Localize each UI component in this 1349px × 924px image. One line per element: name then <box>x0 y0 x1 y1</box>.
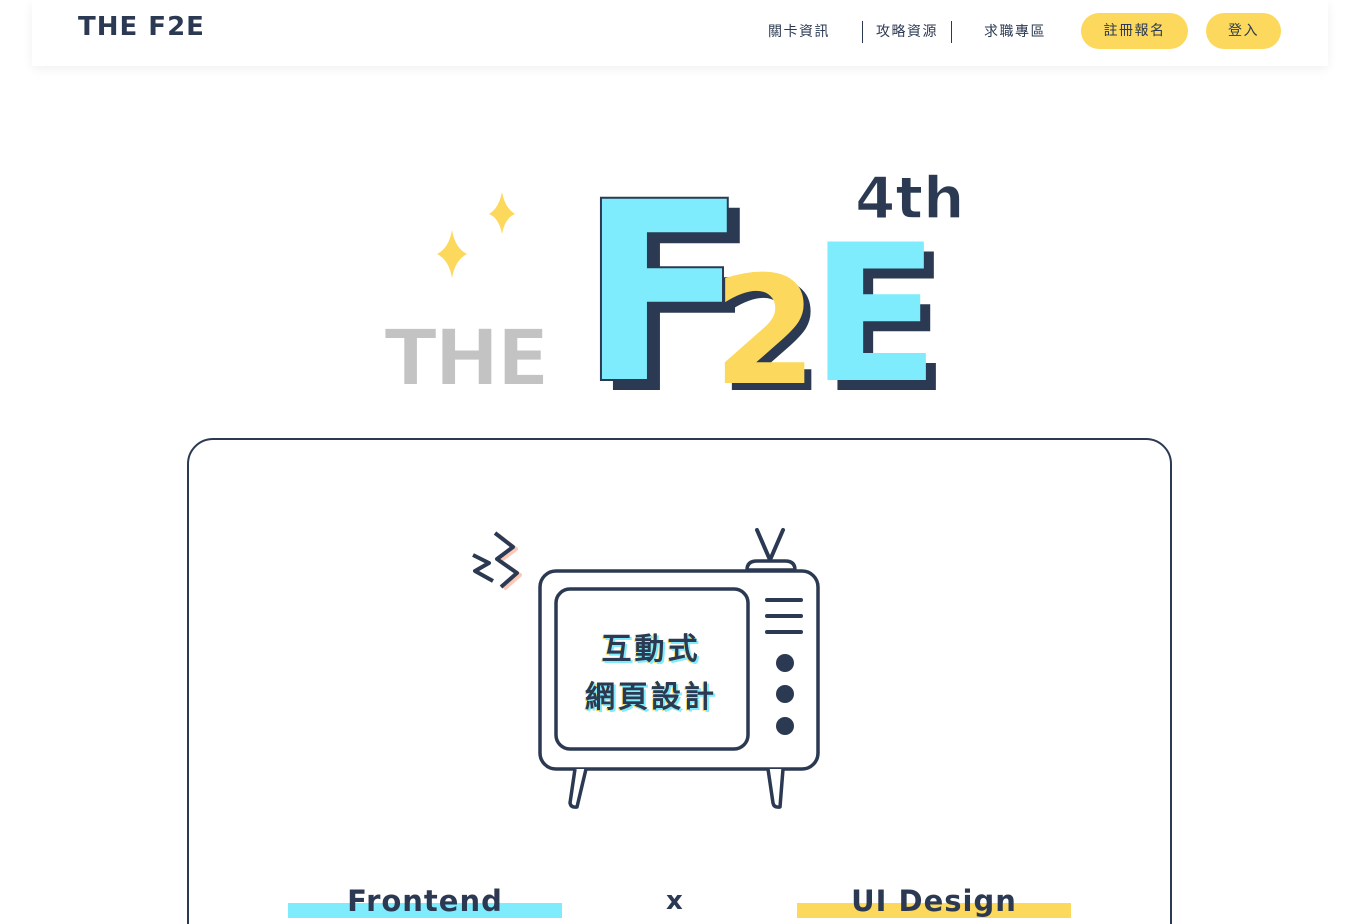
register-button[interactable]: 註冊報名 <box>1081 13 1188 49</box>
nav-item-level-info[interactable]: 關卡資訊 <box>752 21 862 43</box>
hero-logo: THE F F 2 2 E E 4th <box>383 150 965 400</box>
sparkle-icon <box>489 192 515 234</box>
main-nav: 關卡資訊 攻略資源 求職專區 <box>752 18 1059 46</box>
hero-two-text: 2 <box>713 245 817 400</box>
hero-the-text: THE <box>384 314 547 400</box>
times-symbol: x <box>666 886 683 916</box>
nav-item-jobs[interactable]: 求職專區 <box>951 21 1059 43</box>
hero-e-text: E <box>810 204 940 400</box>
tv-title-line2: 網頁設計 <box>585 680 717 715</box>
tv-illustration <box>472 528 820 809</box>
frontend-tag: Frontend <box>288 884 562 924</box>
hero-edition-text: 4th <box>855 164 964 232</box>
ui-design-label: UI Design <box>851 884 1017 918</box>
site-header: THE F2E 關卡資訊 攻略資源 求職專區 註冊報名 登入 <box>32 0 1328 66</box>
knob-icon <box>776 685 794 703</box>
knob-icon <box>776 717 794 735</box>
site-logo[interactable]: THE F2E <box>78 12 205 42</box>
nav-item-resources[interactable]: 攻略資源 <box>862 21 951 43</box>
knob-icon <box>776 654 794 672</box>
tv-title-line1: 互動式 <box>601 632 701 667</box>
ui-design-tag: UI Design <box>797 884 1071 924</box>
frontend-label: Frontend <box>347 884 503 918</box>
sparkle-icon <box>437 230 467 278</box>
login-button[interactable]: 登入 <box>1206 13 1281 49</box>
antenna-icon <box>755 528 785 562</box>
